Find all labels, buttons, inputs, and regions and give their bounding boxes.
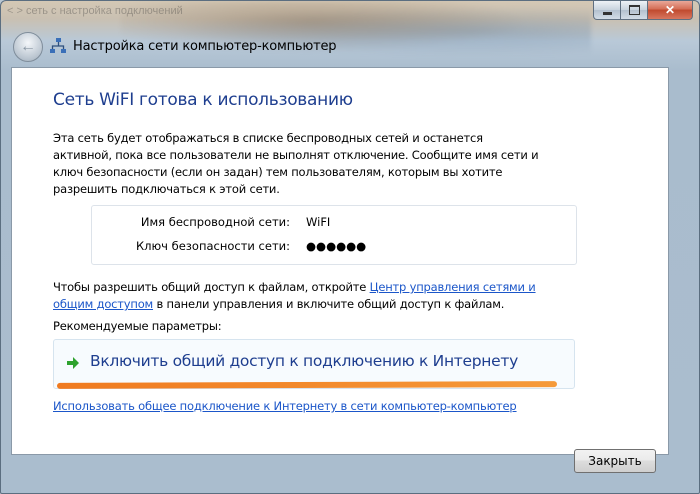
network-info-box: Имя беспроводной сети: WiFI Ключ безопас… xyxy=(91,205,577,265)
green-arrow-icon xyxy=(67,357,79,369)
security-key-label: Ключ безопасности сети: xyxy=(135,239,290,253)
back-arrow-icon: ← xyxy=(20,38,36,55)
back-button[interactable]: ← xyxy=(13,32,43,62)
window-frame: < > сеть с настройка подключений ✕ ← Нас… xyxy=(0,0,700,494)
description-text: Эта сеть будет отображаться в списке бес… xyxy=(53,131,539,196)
use-shared-connection-link[interactable]: Использовать общее подключение к Интерне… xyxy=(53,399,517,413)
network-icon xyxy=(50,38,66,53)
network-name-row: Имя беспроводной сети: WiFI xyxy=(92,215,576,235)
enable-ics-label: Включить общий доступ к подключению к Ин… xyxy=(90,352,518,370)
maximize-button[interactable] xyxy=(621,1,648,20)
content-panel: Сеть WiFI готова к использованию Эта сет… xyxy=(11,67,669,455)
security-key-value: ●●●●●● xyxy=(306,239,367,253)
close-button[interactable]: Закрыть xyxy=(574,449,656,473)
network-name-value: WiFI xyxy=(306,215,331,229)
caption-buttons: ✕ xyxy=(593,1,693,20)
background-window-title: < > сеть с настройка подключений xyxy=(7,5,183,17)
close-window-button[interactable]: ✕ xyxy=(648,1,693,20)
recommended-label: Рекомендуемые параметры: xyxy=(53,319,222,333)
close-icon: ✕ xyxy=(664,3,676,17)
minimize-icon xyxy=(602,11,612,15)
page-title: Сеть WiFI готова к использованию xyxy=(53,90,353,110)
security-key-row: Ключ безопасности сети: ●●●●●● xyxy=(92,239,576,259)
sharing-text-before: Чтобы разрешить общий доступ к файлам, о… xyxy=(53,280,370,294)
maximize-icon xyxy=(628,5,640,15)
use-shared-connection-link-text[interactable]: Использовать общее подключение к Интерне… xyxy=(53,399,517,413)
sharing-text-after: в панели управления и включите общий дос… xyxy=(153,297,505,311)
minimize-button[interactable] xyxy=(593,1,621,20)
sharing-text: Чтобы разрешить общий доступ к файлам, о… xyxy=(53,279,573,313)
window-title: Настройка сети компьютер-компьютер xyxy=(73,39,337,54)
network-name-label: Имя беспроводной сети: xyxy=(140,215,290,229)
